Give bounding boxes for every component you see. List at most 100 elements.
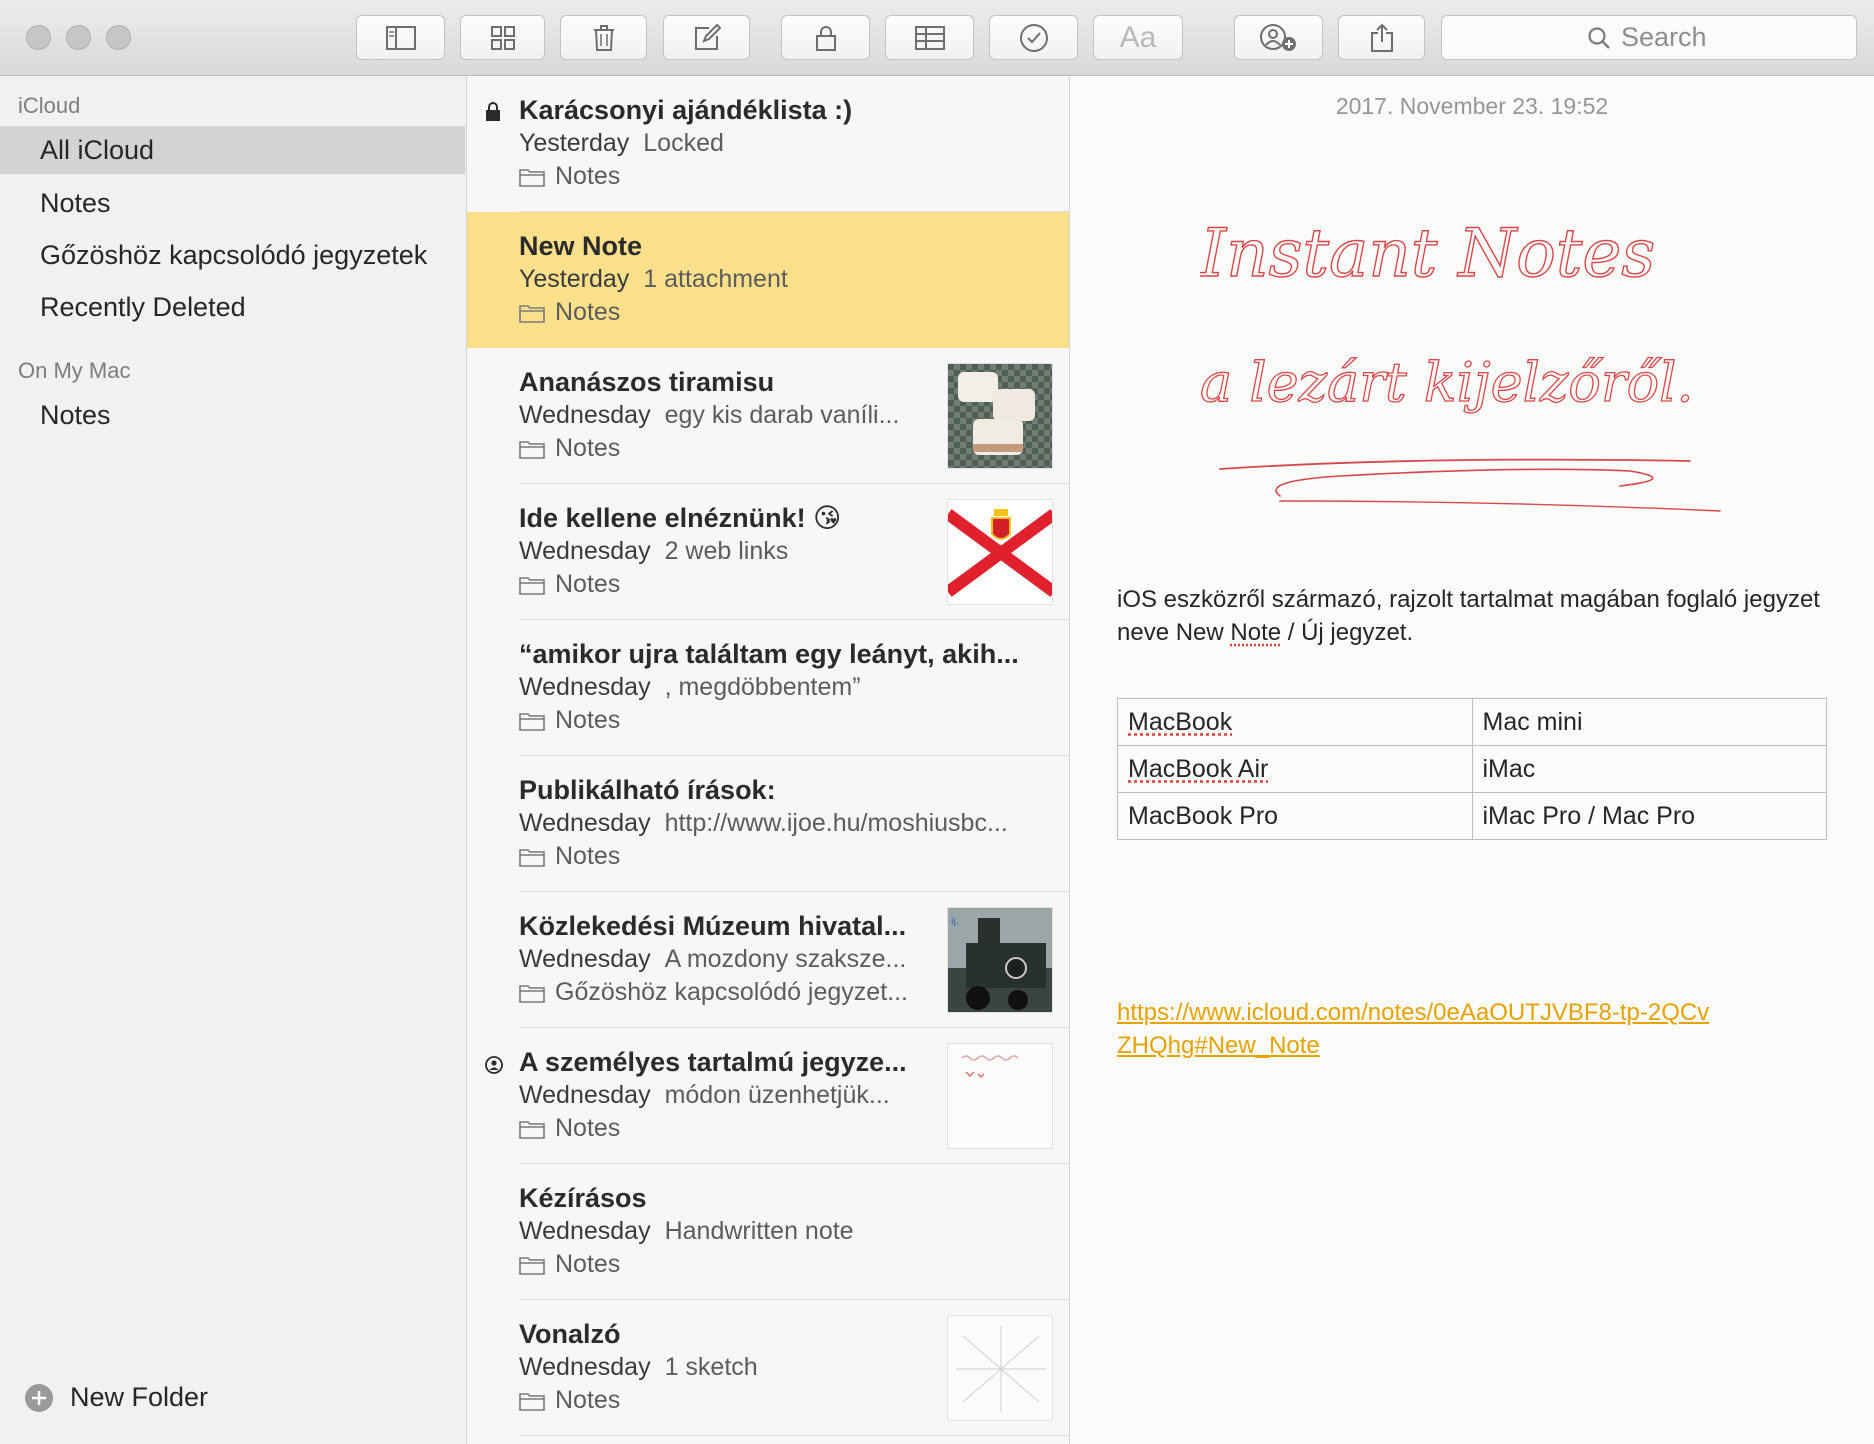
note-title: Ananászos tiramisu: [519, 367, 775, 397]
note-folder-label: Notes: [555, 1114, 621, 1142]
sidebar-icon: [385, 25, 416, 50]
sketch-thumbnail: [947, 1315, 1053, 1421]
note-snippet: egy kis darab vaníli...: [664, 401, 900, 429]
note-folder: Notes: [519, 1114, 620, 1143]
note-date: Wednesday: [519, 1081, 651, 1109]
format-button[interactable]: Aa: [1093, 15, 1183, 60]
sidebar-item-gozos-jegyzetek[interactable]: Gőzöshöz kapcsolódó jegyzetek: [40, 240, 427, 271]
note-item[interactable]: Publikálható írások: Wednesday http://www…: [467, 756, 1069, 892]
new-note-button[interactable]: [663, 15, 750, 60]
note-folder: Notes: [519, 298, 620, 327]
toggle-sidebar-button[interactable]: [356, 15, 445, 60]
note-meta: Wednesday 2 web links: [519, 537, 788, 566]
table-cell[interactable]: MacBook: [1117, 698, 1473, 746]
grid-icon: [490, 25, 515, 50]
note-meta: Wednesday A mozdony szaksze...: [519, 945, 906, 974]
devices-table[interactable]: MacBook Mac mini MacBook Air iMac MacBoo…: [1117, 698, 1827, 840]
note-item[interactable]: Ide kellene elnéznünk! 😘 Wednesday 2 web …: [467, 484, 1069, 620]
note-snippet: 2 web links: [664, 537, 789, 565]
note-title: Közlekedési Múzeum hivatal...: [519, 911, 907, 941]
share-button[interactable]: [1338, 15, 1425, 60]
sidebar-item-notes[interactable]: Notes: [40, 188, 111, 219]
table-cell[interactable]: MacBook Air: [1117, 745, 1473, 793]
new-folder-button[interactable]: New Folder: [24, 1382, 208, 1413]
folder-icon: [519, 440, 545, 459]
table-cell-text: Mac mini: [1482, 707, 1583, 736]
note-folder-label: Notes: [555, 298, 621, 326]
note-editor[interactable]: 2017. November 23. 19:52 Instant Notes a…: [1070, 76, 1874, 1444]
table-cell[interactable]: MacBook Pro: [1117, 792, 1473, 840]
note-item[interactable]: Vonalzó Wednesday 1 sketch Notes: [467, 1300, 1069, 1436]
note-date: Wednesday: [519, 537, 651, 565]
locomotive-thumbnail: ij.: [947, 907, 1053, 1013]
handwriting-thumbnail: [947, 1043, 1053, 1149]
note-date: Wednesday: [519, 1353, 651, 1381]
note-folder: Notes: [519, 162, 620, 191]
note-meta: Yesterday 1 attachment: [519, 265, 788, 294]
note-meta: Wednesday 1 sketch: [519, 1353, 758, 1382]
folder-icon: [519, 1392, 545, 1411]
sidebar-item-all-icloud[interactable]: All iCloud: [40, 135, 154, 166]
table-cell[interactable]: Mac mini: [1471, 698, 1827, 746]
note-meta: Wednesday http://www.ijoe.hu/moshiusbc...: [519, 809, 1008, 838]
separator: [519, 1435, 1069, 1436]
table-icon: [914, 25, 945, 50]
table-cell[interactable]: iMac: [1471, 745, 1827, 793]
note-title: “amikor ujra találtam egy leányt, akih..…: [519, 639, 1019, 669]
note-item-selected[interactable]: New Note Yesterday 1 attachment Notes: [467, 212, 1069, 348]
note-title: Ide kellene elnéznünk! 😘: [519, 503, 842, 533]
lock-icon: [815, 25, 836, 51]
checklist-button[interactable]: [989, 15, 1078, 60]
note-item[interactable]: Ananászos tiramisu Wednesday egy kis dara…: [467, 348, 1069, 484]
folder-icon: [519, 304, 545, 323]
note-item[interactable]: A személyes tartalmú jegyze... Wednesday…: [467, 1028, 1069, 1164]
search-field[interactable]: [1441, 15, 1857, 60]
body-text-part-1: iOS eszközről származó, rajzolt tartalma…: [1117, 586, 1820, 646]
jersey-flag-thumbnail: [947, 499, 1053, 605]
note-snippet: 1 attachment: [643, 265, 788, 293]
note-snippet: http://www.ijoe.hu/moshiusbc...: [664, 809, 1008, 837]
note-snippet: módon üzenhetjük...: [664, 1081, 890, 1109]
note-title: Vonalzó: [519, 1319, 621, 1349]
note-title: Kézírásos: [519, 1183, 647, 1213]
note-item[interactable]: Közlekedési Múzeum hivatal... Wednesday A…: [467, 892, 1069, 1028]
handwriting-line-1: Instant Notes: [1200, 215, 1655, 292]
body-text-note-word: Note: [1230, 619, 1282, 646]
sidebar-section-on-my-mac: On My Mac: [18, 358, 131, 383]
gallery-view-button[interactable]: [460, 15, 545, 60]
delete-note-button[interactable]: [560, 15, 647, 60]
note-folder: Notes: [519, 706, 620, 735]
new-folder-label: New Folder: [70, 1382, 209, 1412]
checkmark-circle-icon: [1019, 23, 1048, 52]
note-meta: Wednesday egy kis darab vaníli...: [519, 401, 899, 430]
insert-table-button[interactable]: [885, 15, 974, 60]
note-meta: Wednesday , megdöbbentem”: [519, 673, 861, 702]
sidebar-item-mac-notes[interactable]: Notes: [40, 400, 111, 431]
folder-icon: [519, 168, 545, 187]
note-meta: Wednesday Handwritten note: [519, 1217, 854, 1246]
note-title: Publikálható írások:: [519, 775, 776, 805]
note-meta: Yesterday Locked: [519, 129, 724, 158]
note-item[interactable]: “amikor ujra találtam egy leányt, akih..…: [467, 620, 1069, 756]
table-row: MacBook Mac mini: [1117, 698, 1827, 746]
note-title: Karácsonyi ajándéklista :): [519, 95, 853, 125]
format-aa-label: Aa: [1119, 20, 1157, 54]
table-cell-text: MacBook: [1128, 707, 1233, 736]
zoom-window-button[interactable]: [106, 25, 131, 50]
add-people-button[interactable]: [1234, 15, 1323, 60]
close-window-button[interactable]: [26, 25, 51, 50]
note-date: Wednesday: [519, 945, 651, 973]
table-cell[interactable]: iMac Pro / Mac Pro: [1471, 792, 1827, 840]
note-title: New Note: [519, 231, 643, 261]
note-item[interactable]: Karácsonyi ajándéklista :) Yesterday Lock…: [467, 76, 1069, 212]
minimize-window-button[interactable]: [66, 25, 91, 50]
sidebar-item-recently-deleted[interactable]: Recently Deleted: [40, 292, 246, 323]
table-cell-text: iMac Pro / Mac Pro: [1482, 801, 1696, 830]
note-date: Wednesday: [519, 401, 651, 429]
note-date: Yesterday: [519, 265, 630, 293]
lock-note-button[interactable]: [781, 15, 870, 60]
note-item[interactable]: Kézírásos Wednesday Handwritten note Note…: [467, 1164, 1069, 1300]
icloud-share-link[interactable]: https://www.icloud.com/notes/0eAaOUTJVBF…: [1117, 996, 1717, 1062]
folder-icon: [519, 984, 545, 1003]
search-input[interactable]: [1621, 22, 1711, 53]
